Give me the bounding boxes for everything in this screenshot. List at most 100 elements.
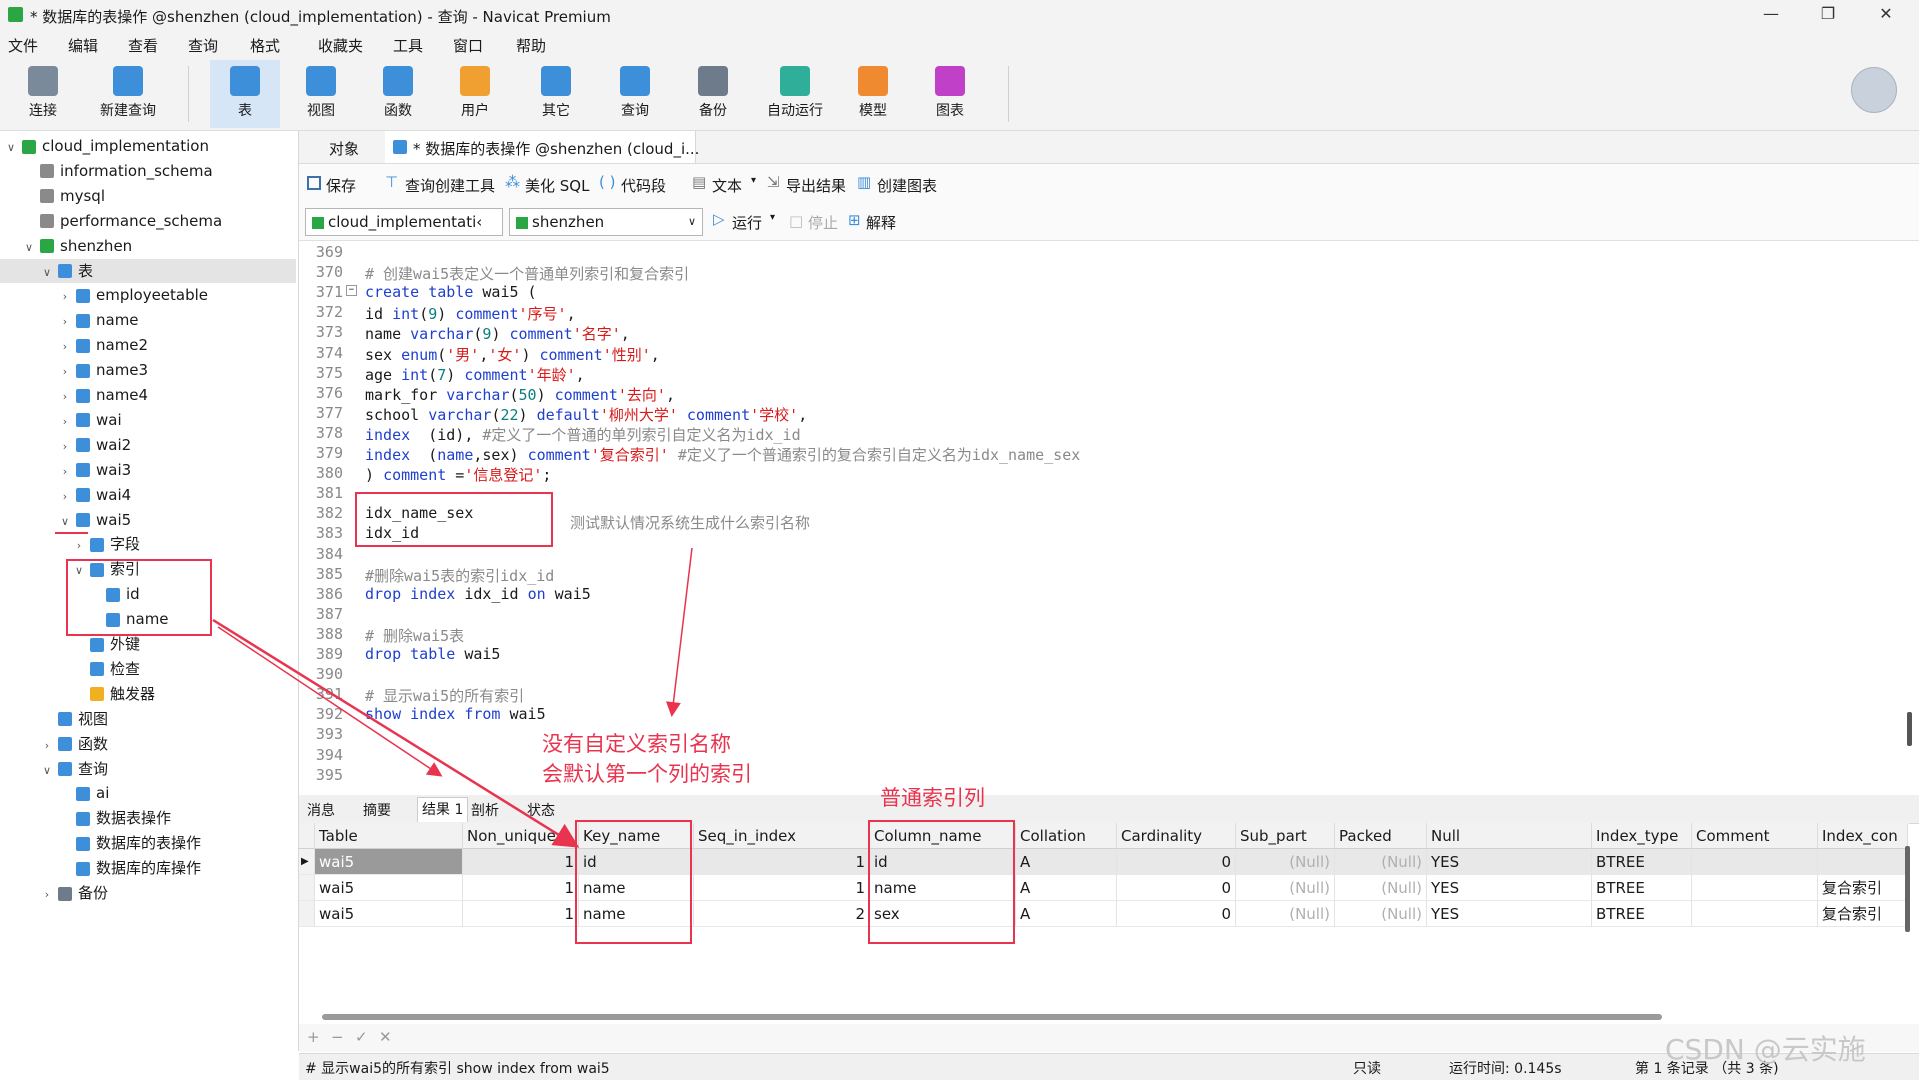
grid-header-table[interactable]: Table <box>315 823 463 849</box>
tree-item[interactable]: 视图 <box>40 707 108 731</box>
minimize-button[interactable]: — <box>1751 4 1791 26</box>
toolbar-new-query-button[interactable]: 新建查询 <box>93 60 163 128</box>
toolbar-table-button[interactable]: 表 <box>210 60 280 128</box>
close-button[interactable]: ✕ <box>1866 4 1906 26</box>
tree-item[interactable]: ∨ cloud_implementation <box>4 134 209 158</box>
tree-arrow-icon[interactable]: ∨ <box>58 510 72 534</box>
query-builder-button[interactable]: 查询创建工具 <box>405 175 495 196</box>
grid-header-sub-part[interactable]: Sub_part <box>1236 823 1335 849</box>
result-tab-4[interactable]: 剖析 <box>471 800 499 820</box>
editor-scrollbar[interactable] <box>1907 712 1912 746</box>
explain-button[interactable]: 解释 <box>866 212 896 233</box>
tree-item[interactable]: › name4 <box>58 383 148 407</box>
grid-cell[interactable]: (Null) <box>1236 849 1335 875</box>
beautify-sql-button[interactable]: 美化 SQL <box>525 175 589 196</box>
text-dropdown-icon[interactable]: ▾ <box>751 175 756 186</box>
snippet-button[interactable]: 代码段 <box>621 175 666 196</box>
menu-4[interactable]: 查询 <box>188 35 218 56</box>
grid-header-cardinality[interactable]: Cardinality <box>1117 823 1236 849</box>
toolbar-user-button[interactable]: 用户 <box>440 60 510 128</box>
tree-item[interactable]: 数据表操作 <box>58 806 171 830</box>
tree-item[interactable]: › wai <box>58 408 122 432</box>
tree-arrow-icon[interactable]: › <box>40 883 54 907</box>
maximize-button[interactable]: ❐ <box>1808 4 1848 26</box>
tree-item[interactable]: › name <box>58 308 139 332</box>
tree-arrow-icon[interactable]: › <box>72 534 86 558</box>
grid-cell[interactable]: YES <box>1427 849 1592 875</box>
menu-9[interactable]: 帮助 <box>516 35 546 56</box>
tab-query[interactable]: * 数据库的表操作 @shenzhen (cloud_i... <box>385 131 699 163</box>
tree-item[interactable]: › 备份 <box>40 881 108 905</box>
grid-header-index-type[interactable]: Index_type <box>1592 823 1692 849</box>
create-chart-button[interactable]: 创建图表 <box>877 175 937 196</box>
delete-row-button[interactable]: − <box>331 1028 344 1046</box>
grid-cell[interactable] <box>1692 901 1818 927</box>
grid-header-comment[interactable]: Comment <box>1692 823 1818 849</box>
tree-item[interactable]: mysql <box>22 184 105 208</box>
avatar[interactable] <box>1851 67 1897 113</box>
tree-arrow-icon[interactable]: › <box>58 460 72 484</box>
tree-item[interactable]: › employeetable <box>58 283 208 307</box>
tree-arrow-icon[interactable]: ∨ <box>22 236 36 260</box>
grid-vertical-scrollbar[interactable] <box>1905 846 1910 932</box>
grid-cell[interactable]: 0 <box>1117 901 1236 927</box>
grid-cell[interactable]: BTREE <box>1592 901 1692 927</box>
grid-cell[interactable]: 0 <box>1117 875 1236 901</box>
tree-item[interactable]: ∨ wai5 <box>58 508 131 532</box>
tree-item[interactable]: ai <box>58 781 109 805</box>
tree-arrow-icon[interactable]: › <box>58 485 72 509</box>
grid-header-seq-in-index[interactable]: Seq_in_index <box>694 823 870 849</box>
menu-2[interactable]: 编辑 <box>68 35 98 56</box>
grid-cell[interactable]: 2 <box>694 901 870 927</box>
grid-horizontal-scrollbar[interactable] <box>322 1014 1662 1020</box>
tree-item[interactable]: ∨ shenzhen <box>22 234 132 258</box>
menu-1[interactable]: 文件 <box>8 35 38 56</box>
tree-arrow-icon[interactable]: › <box>58 335 72 359</box>
menu-3[interactable]: 查看 <box>128 35 158 56</box>
grid-cell[interactable]: BTREE <box>1592 849 1692 875</box>
text-button[interactable]: 文本 <box>712 175 742 196</box>
stop-button[interactable]: 停止 <box>808 212 838 233</box>
tree-arrow-icon[interactable]: › <box>58 360 72 384</box>
grid-cell[interactable]: YES <box>1427 901 1592 927</box>
row-indicator[interactable]: ▶ <box>299 849 315 875</box>
tree-item[interactable]: 检查 <box>72 657 140 681</box>
tree-arrow-icon[interactable]: › <box>40 734 54 758</box>
connection-select[interactable]: cloud_implementati‹ <box>305 208 503 236</box>
tree-arrow-icon[interactable]: › <box>58 385 72 409</box>
tree-item[interactable]: ∨ 查询 <box>40 757 108 781</box>
menu-5[interactable]: 格式 <box>250 35 280 56</box>
menu-6[interactable]: 收藏夹 <box>318 35 363 56</box>
run-dropdown-icon[interactable]: ▾ <box>770 212 775 223</box>
grid-cell[interactable] <box>1818 849 1908 875</box>
toolbar-query-button[interactable]: 查询 <box>600 60 670 128</box>
tree-item[interactable]: 数据库的库操作 <box>58 856 201 880</box>
menu-8[interactable]: 窗口 <box>453 35 483 56</box>
export-results-button[interactable]: 导出结果 <box>786 175 846 196</box>
database-select[interactable]: shenzhen ∨ <box>509 208 703 236</box>
row-indicator[interactable] <box>299 875 315 901</box>
result-tab-2[interactable]: 摘要 <box>363 800 391 820</box>
grid-cell[interactable]: (Null) <box>1335 875 1427 901</box>
tree-item[interactable]: › wai3 <box>58 458 131 482</box>
toolbar-other-button[interactable]: 其它 <box>521 60 591 128</box>
grid-header-index-con[interactable]: Index_con <box>1818 823 1908 849</box>
toolbar-chart-button[interactable]: 图表 <box>915 60 985 128</box>
tree-arrow-icon[interactable]: › <box>58 285 72 309</box>
result-tab-3[interactable]: 结果 1 <box>417 797 469 822</box>
fold-icon[interactable]: − <box>346 285 357 296</box>
grid-cell[interactable]: 0 <box>1117 849 1236 875</box>
tree-arrow-icon[interactable]: ∨ <box>40 261 54 285</box>
apply-button[interactable]: ✓ <box>355 1028 368 1046</box>
discard-button[interactable]: ✕ <box>379 1028 392 1046</box>
tree-arrow-icon[interactable]: ∨ <box>4 136 18 160</box>
toolbar-automation-button[interactable]: 自动运行 <box>760 60 830 128</box>
grid-cell[interactable]: 复合索引 <box>1818 901 1908 927</box>
grid-header-non-unique[interactable]: Non_unique <box>463 823 579 849</box>
tree-item[interactable]: › name2 <box>58 333 148 357</box>
tab-objects[interactable]: 对象 <box>329 138 359 159</box>
grid-cell[interactable]: A <box>1016 901 1117 927</box>
grid-header-null[interactable]: Null <box>1427 823 1592 849</box>
grid-cell[interactable]: 1 <box>463 901 579 927</box>
grid-cell[interactable]: (Null) <box>1236 901 1335 927</box>
